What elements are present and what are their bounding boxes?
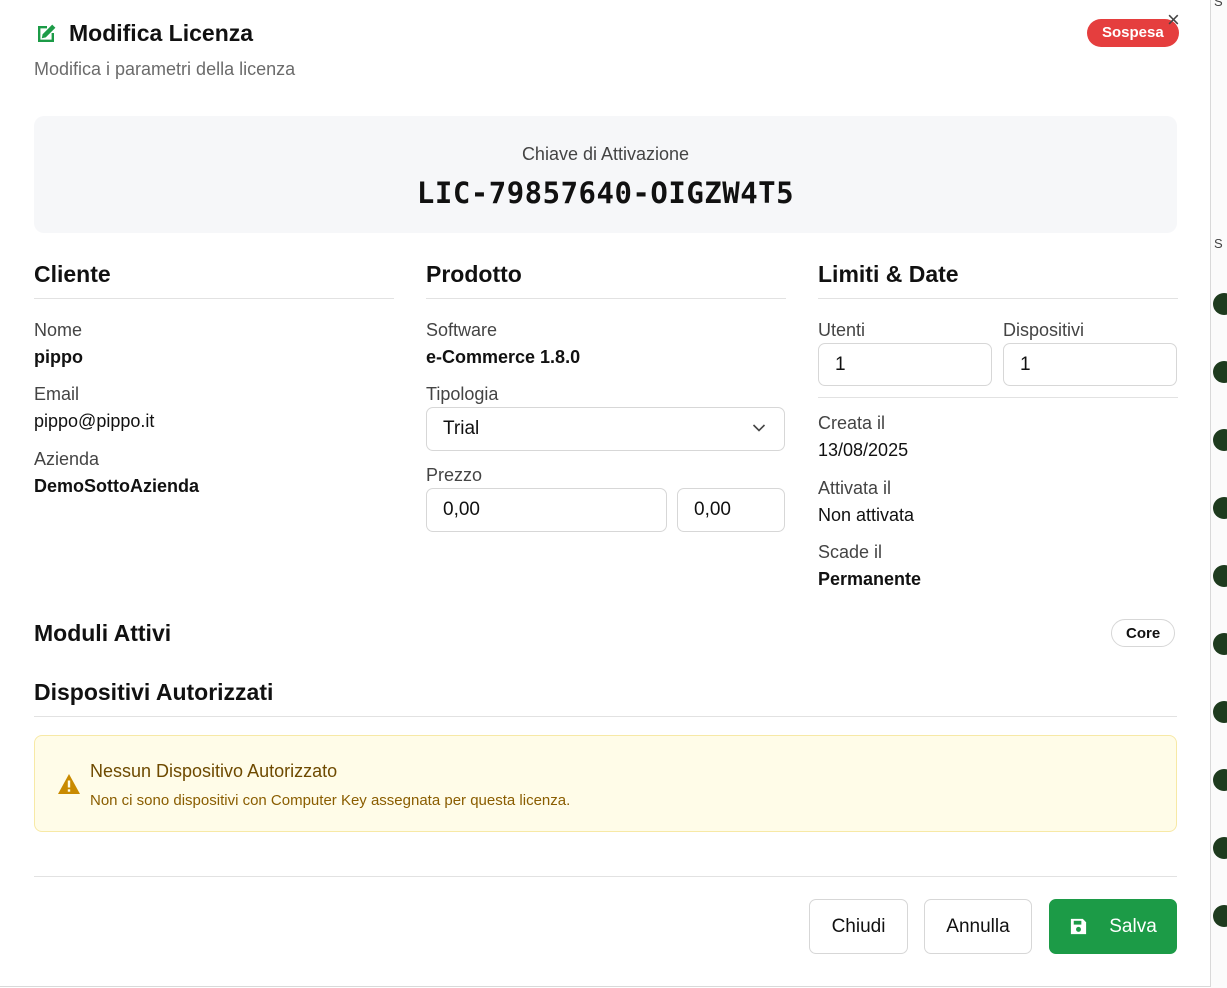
activation-key-value: LIC-79857640-OIGZW4T5	[416, 176, 795, 210]
edit-license-dialog: Modifica Licenza Modifica i parametri de…	[0, 0, 1211, 987]
dispositivi-value: 1	[1020, 353, 1031, 375]
azienda-label: Azienda	[34, 449, 100, 469]
chevron-down-icon	[752, 424, 766, 432]
status-badge: Sospesa	[1087, 19, 1179, 47]
background-row-marker	[1213, 769, 1227, 791]
section-heading-prodotto: Prodotto	[426, 261, 522, 287]
divider	[426, 298, 786, 299]
software-value: e-Commerce 1.8.0	[426, 347, 581, 367]
background-row-marker	[1213, 905, 1227, 927]
prezzo-value: 0,00	[443, 499, 480, 520]
background-row-marker	[1213, 565, 1227, 587]
tipologia-selected-value: Trial	[443, 418, 480, 439]
section-heading-cliente: Cliente	[34, 261, 111, 287]
dispositivi-input[interactable]: 1	[1003, 343, 1177, 386]
tipologia-label: Tipologia	[426, 384, 499, 404]
software-label: Software	[426, 320, 498, 340]
close-button-label: Chiudi	[831, 915, 886, 937]
section-heading-dispositivi-autorizzati: Dispositivi Autorizzati	[34, 679, 274, 705]
module-badge-core: Core	[1111, 619, 1176, 647]
azienda-value: DemoSottoAzienda	[34, 476, 200, 496]
nome-label: Nome	[34, 320, 83, 340]
activation-key-panel: Chiave di Attivazione LIC-79857640-OIGZW…	[34, 116, 1177, 233]
save-icon	[1071, 918, 1087, 935]
utenti-input[interactable]: 1	[818, 343, 992, 386]
divider	[818, 298, 1178, 299]
prezzo-input[interactable]: 0,00	[426, 488, 667, 532]
background-row-marker	[1213, 361, 1227, 383]
alert-message: Non ci sono dispositivi con Computer Key…	[90, 792, 571, 809]
divider	[34, 716, 1177, 717]
dialog-subtitle: Modifica i parametri della licenza	[34, 59, 296, 79]
cancel-button[interactable]: Annulla	[924, 899, 1032, 954]
prezzo-secondary-input[interactable]: 0,00	[677, 488, 785, 532]
divider	[34, 298, 394, 299]
attivata-value: Non attivata	[818, 505, 915, 525]
cancel-button-label: Annulla	[946, 915, 1010, 937]
background-row-marker	[1213, 497, 1227, 519]
creata-value: 13/08/2025	[818, 440, 909, 460]
section-heading-limiti-date: Limiti & Date	[818, 261, 959, 287]
divider	[818, 397, 1178, 398]
attivata-label: Attivata il	[818, 478, 892, 498]
creata-label: Creata il	[818, 413, 886, 433]
background-page: S S	[1210, 0, 1227, 988]
background-row-marker	[1213, 429, 1227, 451]
edit-icon	[38, 24, 56, 42]
email-label: Email	[34, 384, 80, 404]
close-icon[interactable]: ×	[1167, 7, 1180, 33]
dispositivi-label: Dispositivi	[1003, 320, 1085, 340]
nome-value: pippo	[34, 347, 83, 367]
save-button-label: Salva	[1109, 915, 1157, 937]
prezzo-label: Prezzo	[426, 465, 483, 485]
section-heading-moduli-attivi: Moduli Attivi	[34, 620, 172, 646]
prezzo-secondary-value: 0,00	[694, 499, 731, 520]
no-devices-alert: Nessun Dispositivo Autorizzato Non ci so…	[34, 735, 1177, 832]
tipologia-select[interactable]: Trial	[426, 407, 785, 451]
background-row-marker	[1213, 633, 1227, 655]
background-row-marker	[1213, 701, 1227, 723]
scade-label: Scade il	[818, 542, 883, 562]
utenti-label: Utenti	[818, 320, 866, 340]
background-row-marker	[1213, 837, 1227, 859]
activation-key-label: Chiave di Attivazione	[521, 144, 690, 164]
utenti-value: 1	[835, 353, 846, 375]
close-button[interactable]: Chiudi	[809, 899, 908, 954]
background-row-marker	[1213, 293, 1227, 315]
background-text-fragment: S	[1214, 236, 1223, 251]
save-button[interactable]: Salva	[1049, 899, 1177, 954]
dialog-title: Modifica Licenza	[69, 20, 254, 46]
email-value: pippo@pippo.it	[34, 411, 155, 431]
alert-title: Nessun Dispositivo Autorizzato	[90, 761, 338, 781]
scade-value: Permanente	[818, 569, 922, 589]
footer-divider	[34, 876, 1177, 877]
background-text-fragment: S	[1214, 0, 1223, 9]
warning-icon	[58, 774, 80, 794]
